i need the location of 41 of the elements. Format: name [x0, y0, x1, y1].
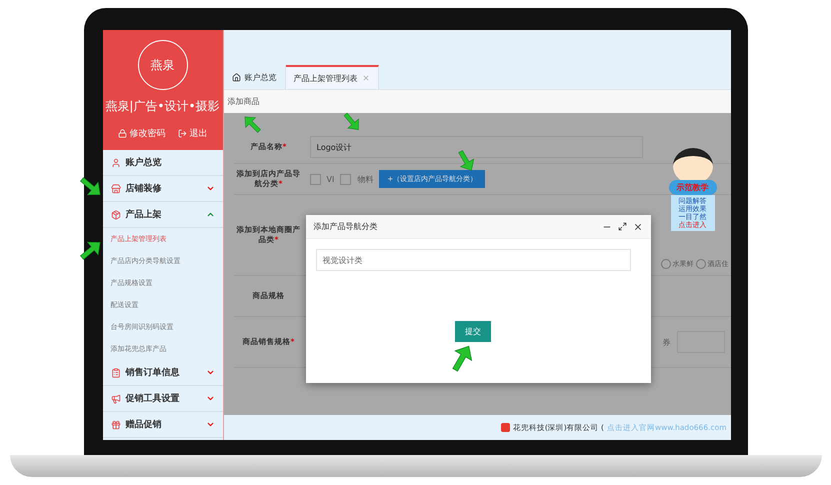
menu-item[interactable]: 促销工具设置 [102, 386, 222, 412]
maximize-icon[interactable] [618, 222, 626, 231]
menu-item[interactable]: 店铺装修 [102, 176, 222, 202]
caret-icon [206, 368, 214, 377]
menu-icon [110, 158, 120, 168]
brand-name: 燕泉|广告•设计•摄影 [105, 98, 220, 115]
breadcrumb: 添加商品 [224, 90, 730, 113]
product-name-field[interactable]: Logo设计 [310, 136, 642, 158]
change-password-link[interactable]: 修改密码 [118, 127, 166, 140]
caret-icon [206, 394, 214, 403]
company-logo-icon [500, 423, 510, 432]
close-icon[interactable] [632, 222, 642, 232]
tab[interactable]: 产品上架管理列表 [286, 65, 378, 89]
checkbox[interactable] [310, 174, 320, 184]
field-label: 券 [662, 336, 670, 348]
menu-item[interactable]: 账户总览 [102, 150, 222, 176]
radio-button[interactable] [696, 259, 706, 269]
menu-icon [110, 394, 120, 404]
menu-icon [110, 210, 120, 220]
home-icon [232, 72, 240, 82]
checkbox-label: 物料 [357, 174, 374, 184]
dialog-title: 添加产品导航分类 [314, 221, 378, 232]
caret-icon [206, 420, 214, 429]
menu-icon [110, 368, 120, 378]
logout-link[interactable]: 退出 [178, 127, 208, 140]
tutorial-badge: 示范教学 [668, 180, 716, 195]
menu-item[interactable]: 销售订单信息 [102, 360, 222, 386]
menu-icon [110, 420, 120, 430]
checkbox-label: VI [326, 174, 334, 184]
menu-item[interactable]: 产品上架 [102, 202, 222, 228]
caret-icon [206, 184, 214, 193]
menu-icon [110, 184, 120, 194]
exit-icon [178, 129, 186, 138]
checkbox[interactable] [340, 174, 352, 184]
submit-button[interactable]: 提交 [455, 321, 491, 342]
caret-icon [206, 210, 214, 219]
lock-icon [118, 129, 126, 138]
logo: 燕泉 [138, 40, 188, 90]
menu-item[interactable]: 赠品促销 [102, 412, 222, 438]
radio-button[interactable] [660, 259, 670, 269]
category-name-field[interactable]: 视觉设计类 [316, 249, 630, 271]
